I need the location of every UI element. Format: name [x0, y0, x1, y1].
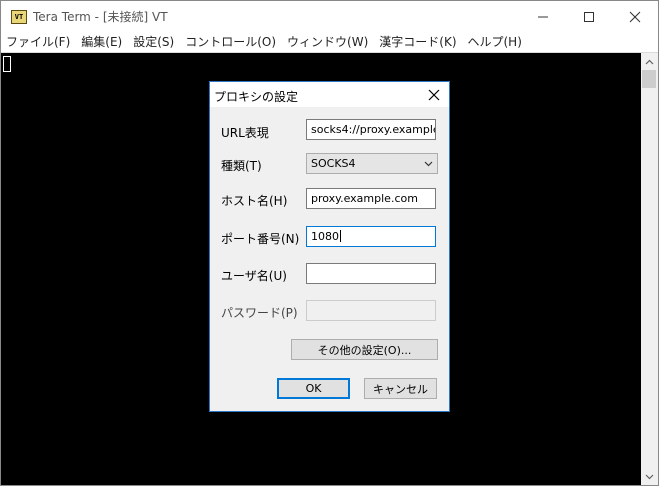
- host-field[interactable]: proxy.example.com: [306, 188, 436, 209]
- user-field[interactable]: [306, 263, 436, 284]
- menu-file[interactable]: ファイル(F): [1, 32, 76, 52]
- minimize-button[interactable]: [520, 1, 566, 32]
- type-select-value: SOCKS4: [311, 157, 356, 170]
- title-bar[interactable]: VT Tera Term - [未接続] VT: [1, 1, 658, 32]
- dialog-close-button[interactable]: [423, 84, 445, 106]
- vertical-scrollbar[interactable]: [641, 53, 658, 485]
- other-settings-button[interactable]: その他の設定(O)...: [291, 339, 438, 360]
- type-select[interactable]: SOCKS4: [306, 153, 438, 174]
- cancel-button[interactable]: キャンセル: [364, 378, 437, 399]
- password-label: パスワード(P): [221, 306, 298, 320]
- scroll-thumb[interactable]: [642, 70, 656, 88]
- close-button[interactable]: [612, 1, 658, 32]
- menu-control[interactable]: コントロール(O): [180, 32, 282, 52]
- maximize-icon: [584, 11, 594, 22]
- menu-kanji-code[interactable]: 漢字コード(K): [374, 32, 462, 52]
- close-icon: [629, 11, 641, 22]
- menu-help[interactable]: ヘルプ(H): [463, 32, 528, 52]
- teraterm-app-icon[interactable]: VT: [11, 10, 27, 24]
- maximize-button[interactable]: [566, 1, 612, 32]
- dialog-title: プロキシの設定: [214, 90, 299, 104]
- menu-window[interactable]: ウィンドウ(W): [282, 32, 374, 52]
- port-label: ポート番号(N): [221, 232, 300, 246]
- dialog-title-bar[interactable]: プロキシの設定: [210, 82, 449, 107]
- url-label: URL表現: [221, 126, 269, 140]
- password-field: [306, 300, 436, 321]
- terminal-cursor: [3, 56, 11, 72]
- window-title: Tera Term - [未接続] VT: [33, 10, 168, 24]
- type-label: 種類(T): [221, 159, 262, 173]
- text-caret: [340, 230, 341, 242]
- menu-bar: ファイル(F) 編集(E) 設定(S) コントロール(O) ウィンドウ(W) 漢…: [1, 32, 658, 53]
- port-value: 1080: [311, 230, 339, 243]
- scroll-down-button[interactable]: [641, 468, 658, 485]
- url-field[interactable]: socks4://proxy.example.com:1080: [306, 119, 436, 140]
- user-label: ユーザ名(U): [221, 269, 287, 283]
- chevron-down-icon: [645, 474, 654, 479]
- minimize-icon: [538, 16, 548, 17]
- port-field[interactable]: 1080: [306, 226, 436, 247]
- close-icon: [428, 89, 440, 101]
- host-label: ホスト名(H): [221, 194, 288, 208]
- chevron-down-icon: [421, 154, 435, 173]
- scroll-up-button[interactable]: [641, 53, 658, 70]
- menu-setup[interactable]: 設定(S): [128, 32, 180, 52]
- chevron-up-icon: [645, 59, 654, 64]
- ok-button[interactable]: OK: [277, 378, 350, 399]
- menu-edit[interactable]: 編集(E): [76, 32, 128, 52]
- proxy-settings-dialog: プロキシの設定 URL表現 socks4://proxy.example.com…: [209, 81, 450, 412]
